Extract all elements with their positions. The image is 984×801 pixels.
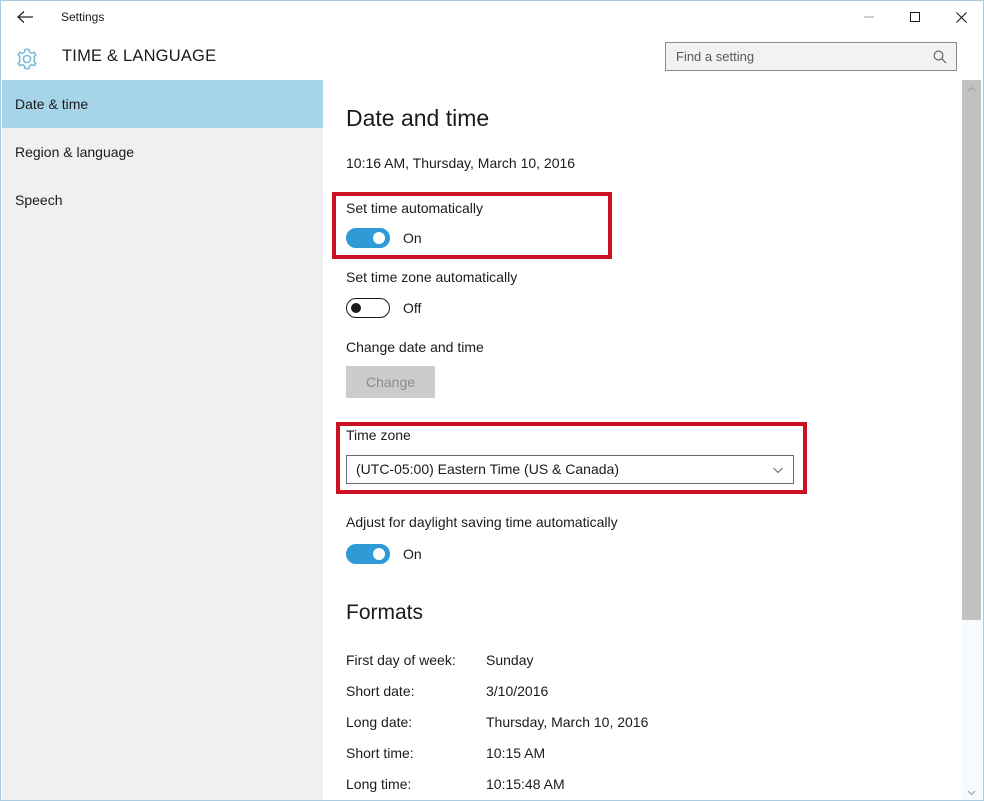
format-value: 10:15 AM bbox=[486, 745, 545, 761]
maximize-icon bbox=[909, 11, 921, 23]
sidebar-item-label: Speech bbox=[15, 192, 62, 208]
scroll-up-button[interactable] bbox=[961, 80, 982, 98]
back-arrow-icon bbox=[16, 9, 36, 25]
scrollbar-thumb[interactable] bbox=[962, 80, 981, 620]
format-label: Long date: bbox=[346, 714, 412, 730]
format-label: First day of week: bbox=[346, 652, 456, 668]
time-zone-dropdown[interactable]: (UTC-05:00) Eastern Time (US & Canada) bbox=[346, 455, 794, 484]
page-title: Date and time bbox=[346, 105, 489, 132]
formats-title: Formats bbox=[346, 601, 423, 625]
category-header: TIME & LANGUAGE bbox=[2, 33, 984, 80]
set-time-automatically-state: On bbox=[403, 228, 422, 248]
sidebar-item-label: Date & time bbox=[15, 96, 88, 112]
sidebar-item-date-time[interactable]: Date & time bbox=[2, 80, 323, 128]
sidebar: Date & time Region & language Speech bbox=[2, 80, 323, 801]
set-time-automatically-toggle[interactable] bbox=[346, 228, 390, 248]
set-timezone-automatically-state: Off bbox=[403, 298, 421, 318]
set-timezone-automatically-label: Set time zone automatically bbox=[346, 269, 517, 285]
search-icon[interactable] bbox=[930, 47, 950, 67]
chevron-down-icon bbox=[771, 463, 785, 477]
format-value: 10:15:48 AM bbox=[486, 776, 565, 792]
daylight-saving-toggle[interactable] bbox=[346, 544, 390, 564]
format-label: Long time: bbox=[346, 776, 411, 792]
gear-icon bbox=[13, 45, 41, 73]
set-time-automatically-label: Set time automatically bbox=[346, 200, 483, 216]
time-zone-value: (UTC-05:00) Eastern Time (US & Canada) bbox=[356, 456, 619, 483]
search-box[interactable] bbox=[665, 42, 957, 71]
format-label: Short date: bbox=[346, 683, 415, 699]
toggle-knob bbox=[373, 548, 385, 560]
daylight-saving-state: On bbox=[403, 544, 422, 564]
toggle-knob bbox=[373, 232, 385, 244]
sidebar-item-label: Region & language bbox=[15, 144, 134, 160]
maximize-button[interactable] bbox=[892, 1, 938, 33]
content-pane: Date and time 10:16 AM, Thursday, March … bbox=[323, 80, 963, 801]
sidebar-item-speech[interactable]: Speech bbox=[2, 176, 323, 224]
chevron-down-icon bbox=[967, 783, 976, 801]
sidebar-item-region-language[interactable]: Region & language bbox=[2, 128, 323, 176]
search-input[interactable] bbox=[666, 43, 928, 70]
set-timezone-automatically-toggle[interactable] bbox=[346, 298, 390, 318]
category-title: TIME & LANGUAGE bbox=[62, 33, 216, 80]
settings-window: Settings bbox=[0, 0, 984, 801]
chevron-up-icon bbox=[967, 80, 976, 98]
close-button[interactable] bbox=[938, 1, 984, 33]
minimize-icon bbox=[863, 11, 875, 23]
close-icon bbox=[955, 11, 968, 24]
current-datetime: 10:16 AM, Thursday, March 10, 2016 bbox=[346, 155, 575, 171]
change-button[interactable]: Change bbox=[346, 366, 435, 398]
format-value: Thursday, March 10, 2016 bbox=[486, 714, 648, 730]
content-scrollbar[interactable] bbox=[961, 80, 982, 801]
window-title: Settings bbox=[61, 1, 104, 33]
format-label: Short time: bbox=[346, 745, 414, 761]
format-value: Sunday bbox=[486, 652, 533, 668]
daylight-saving-label: Adjust for daylight saving time automati… bbox=[346, 514, 618, 530]
minimize-button[interactable] bbox=[846, 1, 892, 33]
change-date-time-label: Change date and time bbox=[346, 339, 484, 355]
scroll-down-button[interactable] bbox=[961, 783, 982, 801]
format-value: 3/10/2016 bbox=[486, 683, 548, 699]
title-bar: Settings bbox=[1, 1, 984, 33]
time-zone-label: Time zone bbox=[346, 427, 411, 443]
toggle-knob bbox=[351, 303, 361, 313]
back-button[interactable] bbox=[9, 1, 43, 33]
